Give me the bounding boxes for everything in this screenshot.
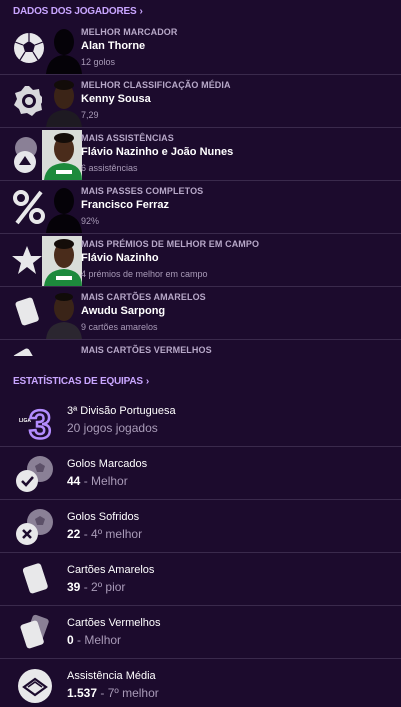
- goals-conceded-icon: [16, 509, 53, 545]
- league-3-logo: LIGA 3: [19, 402, 53, 442]
- player-name[interactable]: Flávio Nazinho e João Nunes: [81, 145, 233, 160]
- card-icon: [15, 297, 39, 326]
- stat-label: MAIS PRÉMIOS DE MELHOR EM CAMPO: [81, 239, 260, 249]
- stat-label: Cartões Amarelos: [67, 564, 155, 576]
- player-silhouette-icon: [46, 188, 82, 233]
- chevron-right-icon: ›: [145, 376, 149, 387]
- stat-label: MAIS CARTÕES AMARELOS: [81, 292, 206, 302]
- stat-rank: - 4º melhor: [80, 527, 143, 541]
- player-stat-row-top-scorer[interactable]: MELHOR MARCADOR Alan Thorne 12 golos: [0, 22, 401, 75]
- stat-detail: 4 prémios de melhor em campo: [81, 269, 208, 279]
- player-silhouette-icon: [46, 29, 82, 74]
- player-stat-row-red-cards[interactable]: MAIS CARTÕES VERMELHOS: [0, 340, 401, 356]
- team-stat-row-goals-scored[interactable]: Golos Marcados 44 - Melhor: [0, 447, 401, 500]
- star-icon: [12, 246, 42, 274]
- attendance-icon: [18, 669, 52, 703]
- player-photo: [42, 130, 82, 180]
- stat-detail: 7,29: [81, 110, 99, 120]
- games-played: 20 jogos jogados: [67, 421, 158, 435]
- league-name[interactable]: 3ª Divisão Portuguesa: [67, 404, 176, 418]
- player-photo: [42, 236, 82, 286]
- stat-label: Golos Marcados: [67, 458, 148, 470]
- stat-value: 0: [67, 633, 74, 647]
- stat-label: Cartões Vermelhos: [67, 617, 161, 629]
- team-stat-row-attendance[interactable]: Assistência Média 1.537 - 7º melhor: [0, 659, 401, 707]
- teams-section-title: ESTATÍSTICAS DE EQUIPAS: [13, 376, 143, 387]
- player-stat-row-most-assists[interactable]: MAIS ASSISTÊNCIAS Flávio Nazinho e João …: [0, 128, 401, 181]
- stat-label: MAIS CARTÕES VERMELHOS: [81, 345, 212, 355]
- player-photo: [42, 289, 82, 339]
- team-stat-row-league[interactable]: LIGA 3 3ª Divisão Portuguesa 20 jogos jo…: [0, 394, 401, 447]
- card-icon: [13, 348, 40, 356]
- stat-label: MELHOR CLASSIFICAÇÃO MÉDIA: [81, 80, 231, 90]
- stat-rank: - 2º pior: [80, 580, 126, 594]
- stat-value: 1.537: [67, 686, 98, 700]
- goals-scored-icon: [16, 456, 53, 492]
- stat-label: MELHOR MARCADOR: [81, 27, 178, 37]
- stat-value: 22: [67, 527, 81, 541]
- player-photo: [42, 77, 82, 127]
- player-stats-list: MELHOR MARCADOR Alan Thorne 12 golos MEL…: [0, 22, 401, 356]
- percent-icon: [13, 190, 45, 225]
- stat-rank: - Melhor: [80, 474, 128, 488]
- player-name[interactable]: Alan Thorne: [81, 39, 178, 54]
- player-stat-row-motm[interactable]: MAIS PRÉMIOS DE MELHOR EM CAMPO Flávio N…: [0, 234, 401, 287]
- football-icon: [14, 33, 44, 63]
- teams-section-header[interactable]: ESTATÍSTICAS DE EQUIPAS ›: [13, 376, 149, 387]
- team-stat-row-yellow-cards[interactable]: Cartões Amarelos 39 - 2º pior: [0, 553, 401, 606]
- player-name[interactable]: Flávio Nazinho: [81, 251, 259, 266]
- stat-label: Golos Sofridos: [67, 511, 140, 523]
- player-stat-row-yellow-cards[interactable]: MAIS CARTÕES AMARELOS Awudu Sarpong 9 ca…: [0, 287, 401, 340]
- player-name[interactable]: Kenny Sousa: [81, 92, 231, 107]
- stat-rank: - Melhor: [73, 633, 122, 647]
- stat-rank: - 7º melhor: [97, 686, 159, 700]
- league-logo-number: 3: [29, 403, 51, 442]
- player-name[interactable]: Francisco Ferraz: [81, 198, 203, 213]
- player-stat-row-pass-completion[interactable]: MAIS PASSES COMPLETOS Francisco Ferraz 9…: [0, 181, 401, 234]
- assist-icon: [14, 137, 37, 173]
- rating-badge-icon: [14, 86, 44, 116]
- stat-label: MAIS PASSES COMPLETOS: [81, 186, 204, 196]
- stat-detail: 6 assistências: [81, 163, 138, 173]
- stat-label: MAIS ASSISTÊNCIAS: [81, 133, 174, 143]
- stat-value: 39: [67, 580, 81, 594]
- player-name[interactable]: Awudu Sarpong: [81, 304, 206, 319]
- red-card-icon: [20, 614, 49, 649]
- chevron-right-icon: ›: [139, 6, 143, 17]
- team-stat-row-goals-conceded[interactable]: Golos Sofridos 22 - 4º melhor: [0, 500, 401, 553]
- stat-detail: 12 golos: [81, 57, 116, 67]
- player-stat-row-best-rating[interactable]: MELHOR CLASSIFICAÇÃO MÉDIA Kenny Sousa 7…: [0, 75, 401, 128]
- team-stat-row-red-cards[interactable]: Cartões Vermelhos 0 - Melhor: [0, 606, 401, 659]
- stat-label: Assistência Média: [67, 670, 156, 682]
- stat-value: 44: [67, 474, 81, 488]
- stat-detail: 92%: [81, 216, 100, 226]
- players-section-header[interactable]: DADOS DOS JOGADORES ›: [13, 6, 143, 17]
- players-section-title: DADOS DOS JOGADORES: [13, 6, 137, 17]
- yellow-card-icon: [22, 563, 48, 594]
- stat-detail: 9 cartões amarelos: [81, 322, 158, 332]
